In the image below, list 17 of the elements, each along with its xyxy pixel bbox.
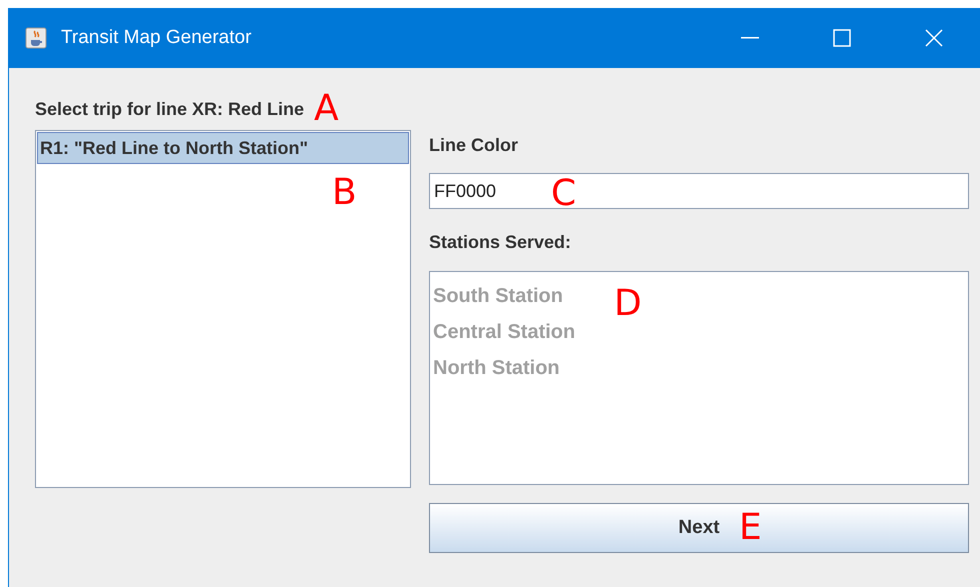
prompt-label: Select trip for line XR: Red Line [35,98,304,121]
stations-label: Stations Served: [429,230,572,254]
annotation-letter: B [332,175,357,211]
annotation-letter: D [614,286,642,322]
annotation-letter: A [314,91,339,127]
line-color-label: Line Color [429,134,519,156]
minimize-icon [741,37,759,39]
maximize-icon [833,29,851,47]
annotation-letter: C [551,176,576,212]
station-list-item: South Station [433,284,563,309]
station-list-item: North Station [433,356,560,381]
annotation-letter: E [739,510,762,546]
trip-list-item[interactable]: R1: "Red Line to North Station" [37,132,409,164]
close-icon [925,29,943,47]
coffee-cup-icon [25,27,47,49]
window-title: Transit Map Generator [61,26,252,50]
station-list-item: Central Station [433,320,576,345]
